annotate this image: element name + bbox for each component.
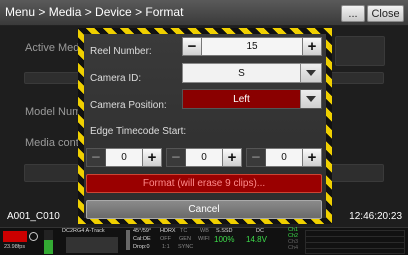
plus-button[interactable]: + — [302, 148, 322, 167]
top-bar: Menu > Media > Device > Format ... Close — [0, 0, 408, 26]
minus-button[interactable]: − — [86, 148, 106, 167]
minus-button[interactable]: − — [246, 148, 266, 167]
ratio-readout: 1:1 — [162, 244, 170, 250]
fps-readout: 23.98fps — [4, 244, 26, 250]
format-dialog: Reel Number: − 15 + Camera ID: S Camera … — [78, 28, 332, 224]
edge-tc-hours-stepper: − 0 + — [86, 148, 162, 167]
tc-label: TC — [180, 228, 188, 234]
plus-button[interactable]: + — [142, 148, 162, 167]
dc-value: 14.8V — [246, 235, 267, 244]
calibration-readout: Cal:OE — [133, 236, 151, 242]
plus-button[interactable]: + — [222, 148, 242, 167]
shutter-readout: 45°/59° — [133, 228, 152, 234]
ssd-value: 100% — [214, 235, 235, 244]
breadcrumb: Menu > Media > Device > Format — [5, 5, 184, 19]
camera-position-label: Camera Position: — [90, 100, 167, 111]
clip-name: A001_C010 — [7, 211, 60, 222]
hdrx-label: HDRX — [160, 228, 176, 234]
chevron-down-icon — [300, 64, 321, 82]
cancel-button[interactable]: Cancel — [86, 200, 322, 219]
plus-button[interactable]: + — [302, 37, 322, 56]
minus-icon: − — [187, 38, 197, 55]
minus-icon: − — [171, 149, 181, 166]
chevron-down-icon — [300, 90, 321, 108]
minus-icon: − — [91, 149, 101, 166]
edge-tc-minutes-stepper: − 0 + — [166, 148, 242, 167]
minus-icon: − — [251, 149, 261, 166]
edge-tc-minutes-value[interactable]: 0 — [186, 148, 222, 167]
bg-label-media-contents: Media conte — [25, 137, 85, 149]
timecode: 12:46:20:23 — [349, 211, 402, 222]
camera-position-value: Left — [183, 90, 300, 108]
edge-tc-seconds-value[interactable]: 0 — [266, 148, 302, 167]
close-button[interactable]: Close — [367, 5, 404, 22]
logo — [3, 231, 27, 242]
ssd-label: S.SSD — [216, 228, 233, 234]
record-icon — [29, 232, 38, 241]
bg-label-model: Model Num — [25, 106, 82, 118]
hdrx-value: OFF — [160, 236, 171, 242]
histogram — [66, 237, 118, 253]
format-button[interactable]: Format (will erase 9 clips)... — [86, 174, 322, 193]
reel-number-value[interactable]: 15 — [202, 37, 302, 56]
wb-label: WB — [200, 228, 209, 234]
plus-icon: + — [307, 38, 317, 55]
edge-tc-hours-value[interactable]: 0 — [106, 148, 142, 167]
bg-field — [335, 36, 385, 66]
camera-id-label: Camera ID: — [90, 73, 142, 84]
dc-label: DC — [256, 228, 264, 234]
reel-number-label: Reel Number: — [90, 46, 152, 57]
channel-4: Ch4 — [288, 245, 299, 251]
gen-label: GEN — [179, 236, 191, 242]
camera-id-value: S — [183, 64, 300, 82]
slate-icon — [126, 230, 130, 250]
track-readout: DC2RG4 A-Track — [62, 228, 105, 234]
plus-icon: + — [307, 149, 317, 166]
camera-id-select[interactable]: S — [182, 63, 322, 83]
more-button[interactable]: ... — [341, 5, 365, 22]
plus-icon: + — [147, 149, 157, 166]
level-meter — [44, 230, 53, 254]
edge-tc-seconds-stepper: − 0 + — [246, 148, 322, 167]
plus-icon: + — [227, 149, 237, 166]
reel-number-stepper: − 15 + — [182, 37, 322, 56]
minus-button[interactable]: − — [182, 37, 202, 56]
edge-timecode-label: Edge Timecode Start: — [90, 126, 187, 137]
camera-position-select[interactable]: Left — [182, 89, 322, 109]
drop-readout: Drop:0 — [133, 244, 150, 250]
minus-button[interactable]: − — [166, 148, 186, 167]
status-bar: 23.98fps DC2RG4 A-Track 45°/59° Cal:OE D… — [0, 227, 408, 255]
sync-label: SYNC — [178, 244, 194, 250]
wifi-label: WIFI — [198, 236, 210, 242]
audio-meters — [305, 230, 405, 254]
